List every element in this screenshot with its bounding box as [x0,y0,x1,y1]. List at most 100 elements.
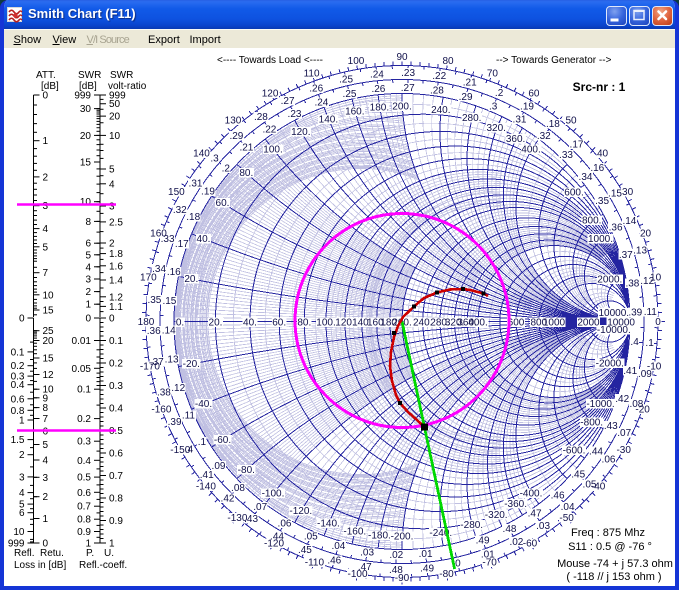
svg-text:2: 2 [43,492,49,503]
svg-text:60: 60 [528,89,540,100]
svg-text:.24: .24 [314,97,328,108]
svg-text:0.1: 0.1 [109,336,123,347]
svg-text:-1000.: -1000. [586,399,614,410]
svg-text:1.6: 1.6 [109,261,123,272]
svg-text:.1: .1 [645,338,654,349]
svg-text:0.6: 0.6 [77,488,91,499]
svg-text:.38: .38 [625,278,639,289]
svg-text:.19: .19 [520,102,534,113]
svg-text:180.: 180. [370,103,389,114]
svg-text:-20.: -20. [183,359,200,370]
svg-text:120.: 120. [291,127,310,138]
svg-text:.01: .01 [419,549,433,560]
svg-text:40.: 40. [243,318,257,329]
svg-text:Refl.-coeff.: Refl.-coeff. [79,560,127,571]
svg-text:3: 3 [109,202,115,213]
svg-text:40: 40 [597,149,609,160]
svg-text:100: 100 [348,56,365,67]
svg-text:.2: .2 [222,163,231,174]
svg-text:.11: .11 [644,307,658,318]
svg-text:.35: .35 [595,196,609,207]
svg-text:60.: 60. [272,318,286,329]
svg-text:.05: .05 [304,531,318,542]
svg-text:2000.: 2000. [597,275,622,286]
svg-text:1: 1 [85,300,91,311]
svg-text:0.6: 0.6 [11,394,25,405]
svg-text:7: 7 [43,414,49,425]
svg-text:0.2: 0.2 [109,359,123,370]
svg-text:.09: .09 [212,461,226,472]
svg-text:160.: 160. [345,107,364,118]
svg-text:.11: .11 [182,411,196,422]
svg-text:.32: .32 [537,131,551,142]
svg-text:110: 110 [304,69,320,80]
svg-text:20.: 20. [184,274,198,285]
svg-text:-280.: -280. [460,520,483,531]
svg-text:.26: .26 [309,83,323,94]
svg-text:.13: .13 [633,246,647,257]
svg-text:.43: .43 [604,421,618,432]
svg-text:.18: .18 [546,119,560,130]
svg-text:4: 4 [19,488,25,499]
svg-text:140.: 140. [319,115,338,126]
svg-text:0.1: 0.1 [77,385,91,396]
svg-text:.35: .35 [147,295,161,306]
svg-text:15: 15 [80,158,92,169]
svg-text:1: 1 [19,416,25,427]
svg-text:1000.: 1000. [588,234,613,245]
svg-text:.28: .28 [254,112,268,123]
svg-text:--> Towards Generator -->: --> Towards Generator --> [496,55,612,66]
svg-text:150: 150 [168,187,185,198]
svg-text:1.5: 1.5 [11,435,25,446]
svg-text:-80: -80 [439,569,454,580]
svg-text:-2000.: -2000. [596,359,624,370]
svg-text:.4: .4 [185,445,194,456]
svg-text:.01: .01 [481,550,495,561]
svg-text:-180.: -180. [368,530,391,541]
svg-text:.23: .23 [288,109,302,120]
svg-text:0.6: 0.6 [109,449,123,460]
svg-text:[dB]: [dB] [41,81,59,92]
svg-text:1000: 1000 [543,318,566,329]
svg-text:.26: .26 [371,84,385,95]
svg-text:[dB]: [dB] [79,81,97,92]
svg-text:.4: .4 [630,337,639,348]
svg-text:100.: 100. [263,145,282,156]
svg-text:.36: .36 [609,222,623,233]
svg-text:.47: .47 [528,509,542,520]
svg-text:5: 5 [85,250,91,261]
svg-text:-120.: -120. [289,506,312,517]
svg-text:.05: .05 [583,480,597,491]
svg-text:.25: .25 [343,89,357,100]
svg-text:2: 2 [43,172,49,183]
svg-text:0.3: 0.3 [77,437,91,448]
svg-text:SWR: SWR [78,70,101,81]
svg-text:-320.: -320. [485,510,508,521]
svg-text:.42: .42 [615,394,629,405]
svg-text:360.: 360. [506,134,525,145]
svg-text:3: 3 [43,473,49,484]
svg-text:.47: .47 [358,562,372,573]
svg-text:10: 10 [80,197,92,208]
svg-text:.37: .37 [150,357,164,368]
svg-text:.49: .49 [476,536,490,547]
svg-text:2: 2 [109,239,115,250]
svg-text:.12: .12 [640,276,654,287]
svg-text:.22: .22 [262,124,276,135]
svg-text:0.1: 0.1 [11,347,25,358]
svg-text:0: 0 [455,559,461,570]
svg-text:0.4: 0.4 [11,380,25,391]
svg-text:.14: .14 [162,326,176,337]
svg-text:0.7: 0.7 [77,502,91,513]
svg-text:.16: .16 [590,163,604,174]
svg-text:.45: .45 [571,470,585,481]
svg-text:.29: .29 [229,131,243,142]
svg-text:-400.: -400. [520,489,543,500]
svg-text:Retu.: Retu. [40,548,64,559]
svg-text:0: 0 [43,91,49,102]
svg-text:.19: .19 [201,187,215,198]
svg-text:.27: .27 [281,96,295,107]
svg-text:-110: -110 [305,558,325,569]
svg-text:8: 8 [85,217,91,228]
svg-text:80.: 80. [297,318,311,329]
